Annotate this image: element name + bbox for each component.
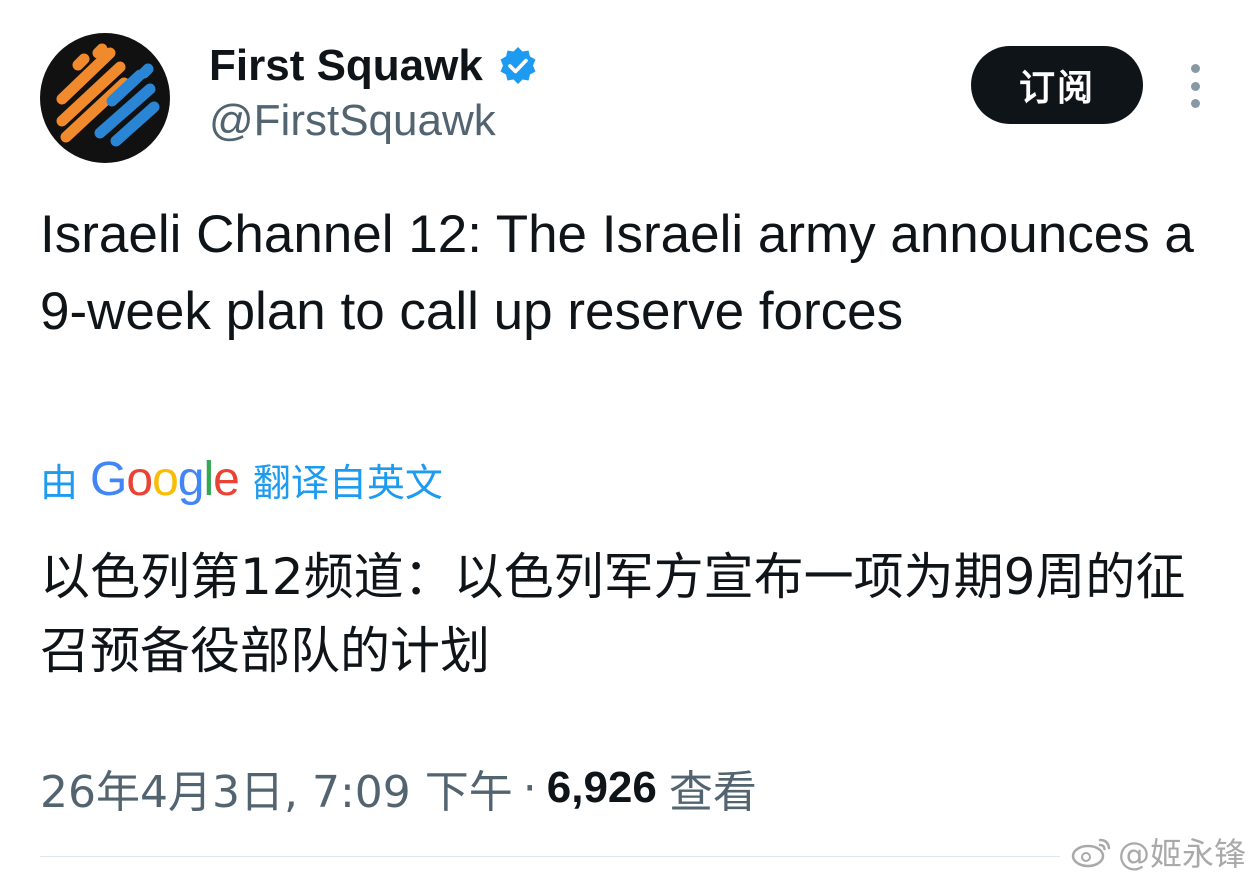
translation-suffix: 翻译自英文 [252,460,443,505]
weibo-logo-icon [1071,838,1111,868]
views-count: 6,926 [546,763,657,812]
translation-prefix: 由 [40,460,79,505]
tweet-text: Israeli Channel 12: The Israeli army ann… [40,205,1194,341]
translated-text: 以色列第12频道：以色列军方宣布一项为期9周的征召预备役部队的计划 [40,548,1186,680]
verified-badge-icon [500,47,536,84]
watermark-text: @姬永锋 [1118,835,1247,873]
subscribe-button[interactable]: 订阅 [971,46,1143,124]
more-options-icon[interactable] [1180,64,1210,108]
more-dot [1190,99,1200,108]
tweet-meta: 26年4月3日, 7:09 下午 · 6,926 查看 [40,760,757,819]
more-dot [1190,64,1200,73]
google-logo: Google [90,452,240,506]
translation-attribution[interactable]: 由 Google 翻译自英文 [40,452,443,506]
views-label: 查看 [668,767,757,818]
divider [40,856,1060,857]
first-squawk-logo [56,43,160,147]
more-dot [1190,81,1200,91]
watermark: @姬永锋 [1070,830,1246,874]
display-name[interactable]: First Squawk [209,41,483,91]
tweet-timestamp[interactable]: 26年4月3日, 7:09 下午 [40,756,513,820]
meta-separator: · [522,762,537,814]
account-handle[interactable]: @FirstSquawk [209,96,496,146]
avatar[interactable] [40,33,170,163]
display-name-row: First Squawk [209,40,539,92]
